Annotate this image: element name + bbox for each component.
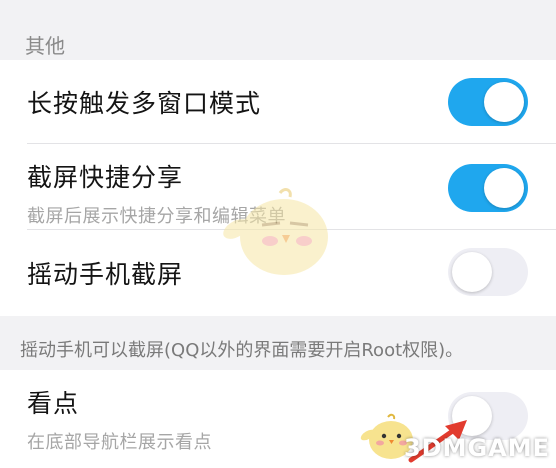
setting-row-long-press-multiwindow[interactable]: 长按触发多窗口模式	[0, 60, 556, 144]
shake-screenshot-note: 摇动手机可以截屏(QQ以外的界面需要开启Root权限)。	[20, 340, 464, 361]
toggle-knob	[452, 252, 492, 292]
watermark-text: 3DMGAME	[403, 434, 550, 462]
mascot-chick-icon	[223, 188, 328, 275]
toggle-knob	[484, 82, 524, 122]
setting-title: 长按触发多窗口模式	[27, 89, 262, 118]
section-header-other: 其他	[25, 34, 65, 58]
toggle-knob	[484, 168, 524, 208]
shake-screenshot-toggle[interactable]	[448, 248, 528, 296]
multiwindow-toggle[interactable]	[448, 78, 528, 126]
screenshot-share-toggle[interactable]	[448, 164, 528, 212]
setting-title: 摇动手机截屏	[27, 260, 184, 289]
